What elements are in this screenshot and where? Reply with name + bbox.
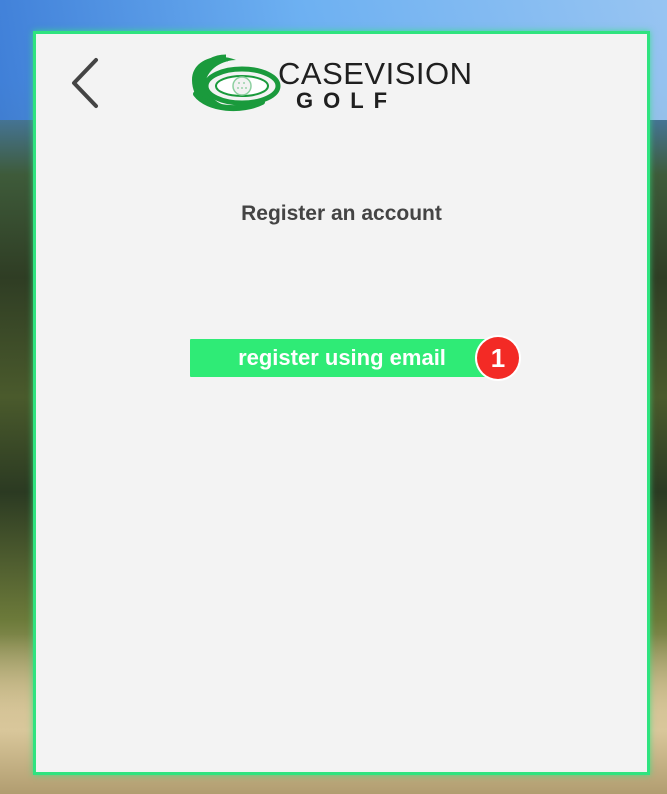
logo-mark-icon: [192, 54, 281, 112]
chevron-left-icon: [72, 58, 98, 108]
casevision-golf-logo: CASEVISION GOLF: [186, 50, 506, 116]
register-panel: CASEVISION GOLF Register an account regi…: [33, 31, 650, 775]
step-badge: 1: [477, 337, 519, 379]
logo-text-casevision: CASEVISION: [278, 56, 473, 91]
page-title: Register an account: [241, 202, 442, 225]
logo-text-golf: GOLF: [296, 88, 398, 113]
register-email-button[interactable]: register using email: [190, 339, 494, 377]
back-button[interactable]: [66, 56, 106, 110]
